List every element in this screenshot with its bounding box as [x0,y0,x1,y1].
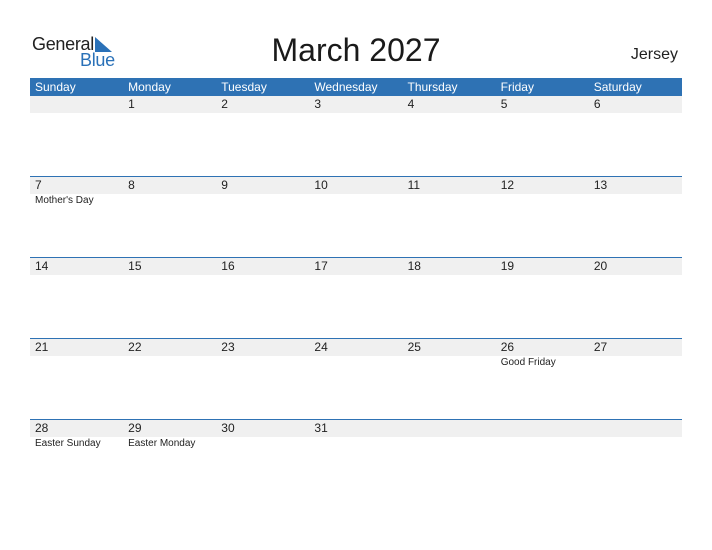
day-cell[interactable]: 21 [30,339,123,420]
day-number: 18 [407,259,421,273]
day-number: 2 [221,97,228,111]
calendar-title: March 2027 [271,32,441,68]
day-number: 6 [593,97,601,111]
week-row: 28 Easter Sunday 29 Easter Monday 30 31 [30,419,682,501]
day-cell[interactable]: 19 [496,258,589,339]
day-number: 19 [500,259,515,273]
day-number: 16 [221,259,235,273]
day-number: 21 [35,340,49,354]
day-number: 17 [314,259,328,273]
holiday-label: Good Friday [500,357,556,368]
day-cell[interactable]: 10 [309,177,402,258]
day-cell[interactable]: 24 [309,339,402,420]
day-number: 13 [593,178,608,192]
day-cell[interactable]: 14 [30,258,123,339]
day-number: 11 [407,178,421,192]
day-cell[interactable]: 1 [123,96,216,177]
week-row: 21 22 23 24 25 26 Good Friday 27 [30,338,682,420]
day-number: 27 [593,340,608,354]
day-number: 25 [407,340,421,354]
weekday-tuesday: Tuesday [221,80,267,94]
day-cell [403,420,496,501]
day-cell[interactable]: 22 [123,339,216,420]
day-cell[interactable]: 27 [589,339,682,420]
day-cell[interactable]: 29 Easter Monday [123,420,216,501]
day-number: 24 [314,340,328,354]
day-number: 28 [35,421,49,435]
day-number: 9 [221,178,228,192]
day-number: 30 [221,421,235,435]
week-row: 14 15 16 17 18 19 20 [30,257,682,339]
day-cell[interactable]: 30 [216,420,309,501]
day-cell[interactable]: 8 [123,177,216,258]
weekday-wednesday: Wednesday [314,80,378,94]
day-number: 26 [500,340,515,354]
day-cell[interactable]: 26 Good Friday [496,339,589,420]
weekday-sunday: Sunday [35,80,76,94]
weekday-monday: Monday [128,80,171,94]
day-cell[interactable]: 28 Easter Sunday [30,420,123,501]
day-cell[interactable]: 9 [216,177,309,258]
day-number: 15 [128,259,142,273]
day-cell[interactable]: 18 [403,258,496,339]
day-number: 22 [128,340,142,354]
day-number: 10 [314,178,328,192]
weekday-saturday: Saturday [593,80,642,94]
day-cell[interactable]: 15 [123,258,216,339]
region-label: Jersey [630,46,678,63]
day-number: 5 [500,97,508,111]
day-number: 8 [128,178,135,192]
weeks-container: 1 2 3 4 5 6 7 Mother's Day 8 9 10 11 12 13 14 15 16 17 18 1… [30,96,682,501]
day-cell[interactable]: 25 [403,339,496,420]
day-cell[interactable]: 17 [309,258,402,339]
day-cell[interactable]: 7 Mother's Day [30,177,123,258]
day-number: 31 [314,421,328,435]
holiday-label: Easter Monday [128,438,196,449]
day-cell [589,420,682,501]
day-cell[interactable]: 13 [589,177,682,258]
week-row: 1 2 3 4 5 6 [30,96,682,177]
day-number: 7 [35,178,42,192]
calendar-grid: Sunday Monday Tuesday Wednesday Thursday… [30,78,682,501]
day-number: 3 [314,97,322,111]
day-cell[interactable]: 23 [216,339,309,420]
day-number: 4 [407,97,415,111]
weekday-friday: Friday [500,80,534,94]
day-number: 1 [128,97,135,111]
day-cell[interactable]: 6 [589,96,682,177]
day-cell [496,420,589,501]
weekday-thursday: Thursday [407,80,458,94]
day-cell[interactable]: 3 [309,96,402,177]
day-cell[interactable]: 2 [216,96,309,177]
day-number: 12 [500,178,515,192]
week-row: 7 Mother's Day 8 9 10 11 12 13 [30,176,682,258]
day-number: 14 [35,259,49,273]
day-number: 23 [221,340,235,354]
day-cell [30,96,123,177]
holiday-label: Mother's Day [35,195,94,206]
day-cell[interactable]: 4 [403,96,496,177]
day-cell[interactable]: 16 [216,258,309,339]
day-number: 20 [593,259,608,273]
day-cell[interactable]: 20 [589,258,682,339]
day-cell[interactable]: 11 [403,177,496,258]
day-cell[interactable]: 31 [309,420,402,501]
weekday-header: Sunday Monday Tuesday Wednesday Thursday… [30,78,682,96]
day-cell[interactable]: 5 [496,96,589,177]
day-number: 29 [128,421,142,435]
holiday-label: Easter Sunday [35,438,101,449]
day-cell[interactable]: 12 [496,177,589,258]
